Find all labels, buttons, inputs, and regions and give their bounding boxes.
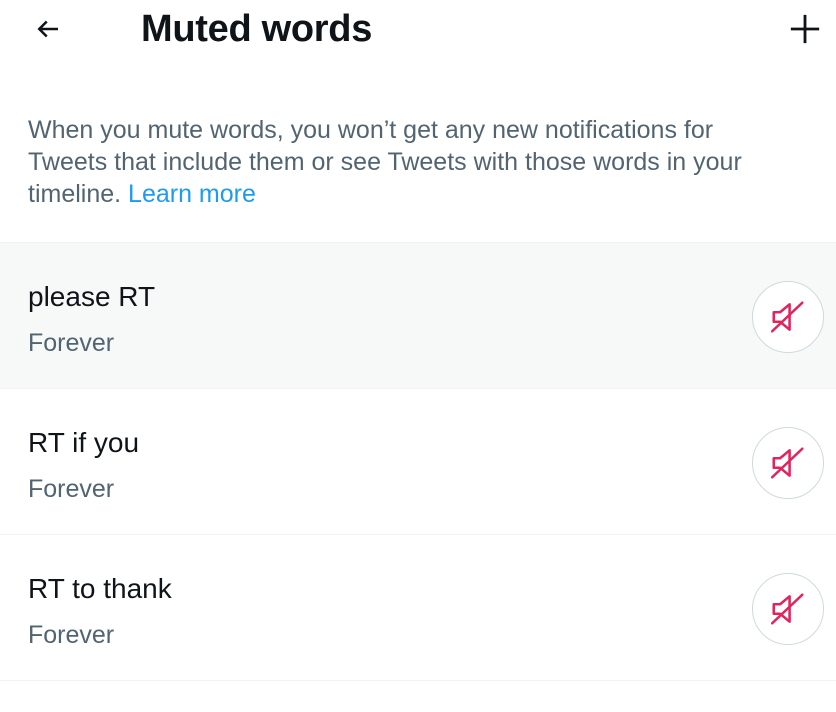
muted-word-duration: Forever — [28, 329, 115, 357]
learn-more-link[interactable]: Learn more — [128, 180, 256, 208]
speaker-muted-icon — [770, 301, 804, 333]
page-title: Muted words — [141, 8, 373, 50]
muted-words-description: When you mute words, you won’t get any n… — [0, 86, 836, 242]
plus-icon — [790, 14, 820, 44]
unmute-button[interactable] — [752, 573, 824, 645]
muted-word-duration: Forever — [28, 621, 115, 649]
muted-words-list: please RT Forever RT if you Forever RT t… — [0, 242, 836, 681]
muted-word-row[interactable]: please RT Forever — [0, 243, 836, 389]
muted-word-text: RT to thank — [28, 573, 172, 604]
unmute-button[interactable] — [752, 427, 824, 499]
speaker-muted-icon — [770, 593, 804, 625]
arrow-left-icon — [37, 20, 58, 38]
muted-word-row[interactable]: RT if you Forever — [0, 389, 836, 535]
speaker-muted-icon — [770, 447, 804, 479]
muted-word-row[interactable]: RT to thank Forever — [0, 535, 836, 681]
top-bar: Muted words — [0, 0, 836, 86]
unmute-button[interactable] — [752, 281, 824, 353]
add-muted-word-button[interactable] — [780, 4, 830, 54]
muted-word-text: please RT — [28, 281, 156, 312]
back-button[interactable] — [22, 6, 74, 52]
muted-word-text: RT if you — [28, 427, 140, 458]
muted-word-duration: Forever — [28, 475, 115, 503]
